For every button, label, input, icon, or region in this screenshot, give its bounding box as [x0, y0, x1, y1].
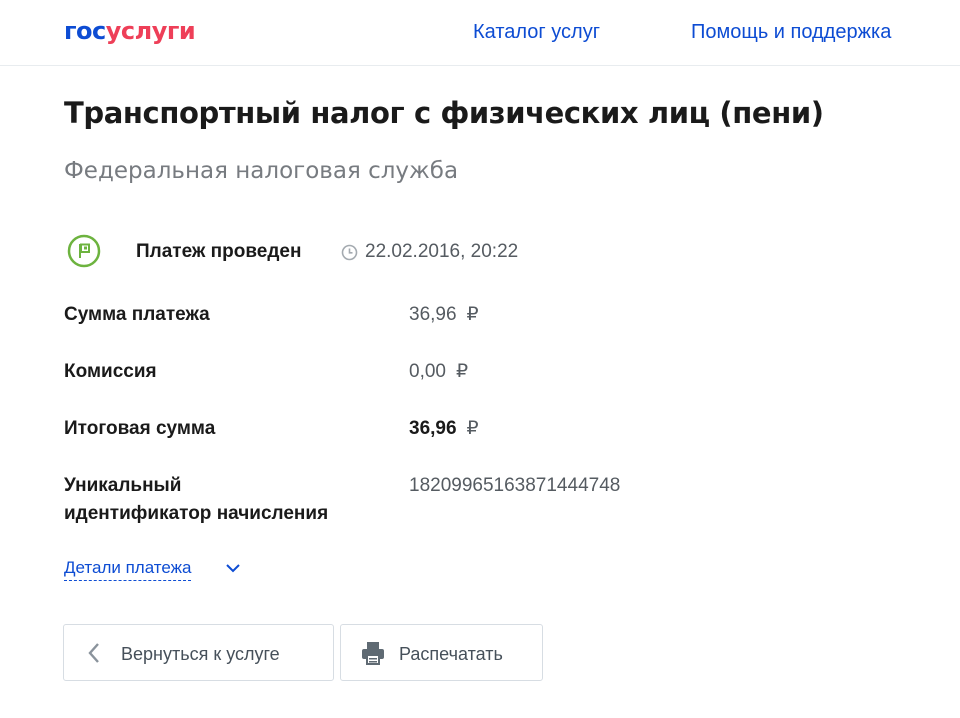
printer-icon [362, 642, 384, 665]
uin-value: 18209965163871444748 [409, 475, 621, 496]
back-to-service-button[interactable]: Вернуться к услуге [63, 624, 334, 681]
print-button-label: Распечатать [399, 644, 503, 664]
print-button[interactable]: Распечатать [340, 624, 543, 681]
amount-label: Сумма платежа [64, 304, 210, 325]
back-button-label: Вернуться к услуге [121, 644, 280, 664]
ruble-sign: ₽ [466, 304, 479, 325]
commission-number: 0,00 [409, 361, 446, 382]
uin-label-line1: Уникальный [64, 475, 182, 496]
total-label: Итоговая сумма [64, 418, 216, 439]
uin-label-line2: идентификатор начисления [64, 503, 329, 524]
payment-datetime: 22.02.2016, 20:22 [365, 241, 519, 262]
gosuslugi-logo[interactable]: госуслуги [64, 16, 196, 46]
payment-details-toggle[interactable]: Детали платежа [64, 556, 192, 581]
commission-label: Комиссия [64, 361, 157, 382]
commission-value: 0,00 ₽ [409, 358, 468, 386]
total-number: 36,96 [409, 418, 457, 439]
page-title: Транспортный налог с физических лиц (пен… [64, 96, 824, 130]
flag-icon [67, 234, 101, 268]
nav-help-link[interactable]: Помощь и поддержка [691, 20, 891, 44]
ruble-sign: ₽ [455, 361, 469, 382]
top-header: госуслуги Каталог услуг Помощь и поддерж… [0, 0, 960, 66]
ruble-sign: ₽ [466, 418, 479, 439]
amount-number: 36,96 [409, 304, 457, 325]
nav-catalog-link[interactable]: Каталог услуг [473, 20, 600, 44]
chevron-left-icon [88, 643, 99, 663]
payment-status: Платеж проведен [136, 241, 302, 262]
amount-value: 36,96 ₽ [409, 301, 479, 329]
chevron-down-icon[interactable] [225, 562, 241, 574]
clock-icon [341, 244, 358, 261]
page-subtitle: Федеральная налоговая служба [64, 158, 459, 184]
logo-part-uslugi: услуги [105, 17, 196, 45]
logo-part-gos: гос [64, 17, 106, 45]
total-value: 36,96 ₽ [409, 415, 479, 443]
uin-label: Уникальный идентификатор начисления [64, 472, 328, 528]
